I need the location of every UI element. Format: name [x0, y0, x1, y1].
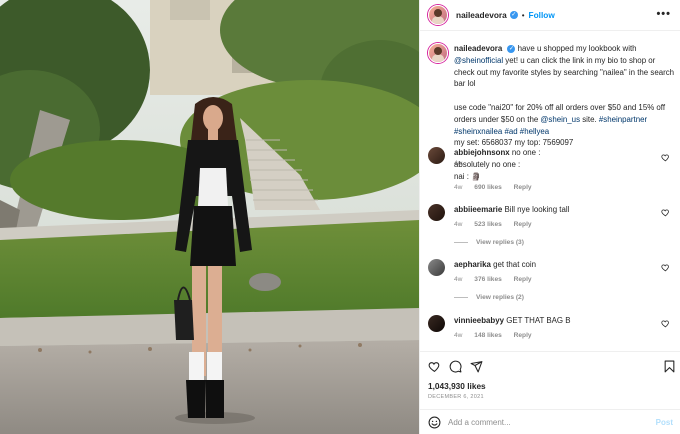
- action-bar: [428, 360, 676, 374]
- more-icon[interactable]: •••: [656, 9, 671, 20]
- caption-username[interactable]: naileadevora: [454, 44, 502, 53]
- replies-divider: [454, 297, 468, 298]
- post-header: naileadevora ✓ • Follow •••: [420, 0, 680, 31]
- comment-line: nai : 🗿: [454, 171, 481, 181]
- comment-avatar[interactable]: [428, 315, 445, 332]
- comment-line: no one :: [511, 148, 541, 157]
- verified-badge-icon: ✓: [509, 11, 518, 19]
- comment-username[interactable]: abbiejohnsonx: [454, 148, 510, 157]
- post-photo[interactable]: [0, 0, 419, 434]
- post-panel: naileadevora ✓ • Follow ••• naileadevora…: [419, 0, 680, 434]
- photo-scene: [0, 0, 419, 434]
- heart-icon[interactable]: [661, 263, 670, 272]
- mention-shein-us[interactable]: @shein_us: [540, 115, 580, 124]
- caption-avatar[interactable]: [428, 43, 448, 63]
- comment-time[interactable]: 4w: [454, 332, 462, 339]
- comment-likes[interactable]: 523 likes: [474, 221, 502, 228]
- reply-button[interactable]: Reply: [514, 276, 532, 283]
- comment-username[interactable]: abbiieemarie: [454, 205, 502, 214]
- reply-button[interactable]: Reply: [514, 221, 532, 228]
- comment-meta: 4w 148 likes Reply: [454, 332, 542, 339]
- author-avatar[interactable]: [428, 5, 448, 25]
- caption-text: naileadevora ✓ have u shopped my lookboo…: [454, 43, 676, 149]
- comment-likes[interactable]: 148 likes: [474, 332, 502, 339]
- view-replies-label[interactable]: View replies (2): [476, 294, 524, 301]
- comment-meta: 4w 523 likes Reply: [454, 221, 542, 228]
- separator-dot: •: [521, 10, 525, 20]
- comment-text: abbiieemarie Bill nye looking tall: [454, 204, 654, 216]
- comment-likes[interactable]: 376 likes: [474, 276, 502, 283]
- share-icon[interactable]: [470, 360, 483, 373]
- caption-text-1: have u shopped my lookbook with: [517, 44, 637, 53]
- comment-icon[interactable]: [449, 360, 462, 373]
- comment-text: abbiejohnsonx no one : absolutely no one…: [454, 147, 654, 182]
- reply-button[interactable]: Reply: [514, 332, 532, 339]
- comment-avatar[interactable]: [428, 204, 445, 221]
- post-button[interactable]: Post: [656, 418, 673, 427]
- comment-meta: 4w 376 likes Reply: [454, 276, 542, 283]
- comment-time[interactable]: 4w: [454, 221, 462, 228]
- comment-line: GET THAT BAG B: [506, 316, 571, 325]
- comment-username[interactable]: aepharika: [454, 260, 491, 269]
- comment-text: vinnieebabyy GET THAT BAG B: [454, 315, 654, 327]
- verified-badge-icon: ✓: [507, 44, 516, 53]
- comment-line: Bill nye looking tall: [504, 205, 570, 214]
- author-username[interactable]: naileadevora: [456, 10, 507, 20]
- like-count[interactable]: 1,043,930 likes: [428, 381, 486, 391]
- comment-likes[interactable]: 690 likes: [474, 184, 502, 191]
- emoji-icon[interactable]: [428, 416, 441, 429]
- heart-icon[interactable]: [428, 360, 441, 373]
- comment-avatar[interactable]: [428, 147, 445, 164]
- comment-meta: 4w 690 likes Reply: [454, 184, 542, 191]
- comment-time[interactable]: 4w: [454, 276, 462, 283]
- comment-line: absolutely no one :: [454, 159, 521, 169]
- follow-button[interactable]: Follow: [529, 10, 555, 20]
- comment-input[interactable]: [448, 415, 638, 430]
- mention-sheinofficial[interactable]: @sheinofficial: [454, 56, 503, 65]
- comment-time[interactable]: 4w: [454, 184, 462, 191]
- reply-button[interactable]: Reply: [514, 184, 532, 191]
- comment-text: aepharika get that coin: [454, 259, 654, 271]
- post-date[interactable]: DECEMBER 6, 2021: [428, 394, 484, 400]
- comment-username[interactable]: vinnieebabyy: [454, 316, 504, 325]
- post-actions: 1,043,930 likes DECEMBER 6, 2021 Post: [420, 351, 680, 434]
- view-replies-button[interactable]: View replies (2): [454, 294, 524, 301]
- view-replies-label[interactable]: View replies (3): [476, 239, 524, 246]
- comment-composer: Post: [420, 409, 680, 434]
- view-replies-button[interactable]: View replies (3): [454, 239, 524, 246]
- comments-scroll-area[interactable]: naileadevora ✓ have u shopped my lookboo…: [420, 31, 680, 351]
- comment-line: get that coin: [493, 260, 537, 269]
- bookmark-icon[interactable]: [663, 360, 676, 373]
- comment-avatar[interactable]: [428, 259, 445, 276]
- heart-icon[interactable]: [661, 208, 670, 217]
- heart-icon[interactable]: [661, 153, 670, 162]
- caption-text-4: site.: [580, 114, 599, 124]
- heart-icon[interactable]: [661, 319, 670, 328]
- replies-divider: [454, 242, 468, 243]
